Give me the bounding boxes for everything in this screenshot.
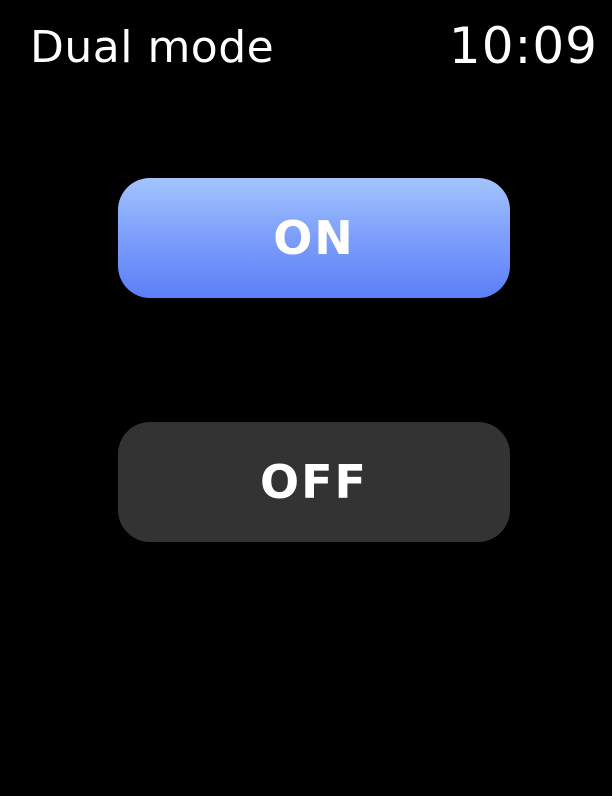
- page-title: Dual mode: [30, 22, 275, 73]
- off-button-label: OFF: [260, 455, 368, 509]
- status-bar: Dual mode 10:09: [0, 0, 612, 100]
- off-button[interactable]: OFF: [118, 422, 510, 542]
- on-button-label: ON: [273, 211, 355, 265]
- on-button[interactable]: ON: [118, 178, 510, 298]
- clock-time: 10:09: [448, 17, 598, 75]
